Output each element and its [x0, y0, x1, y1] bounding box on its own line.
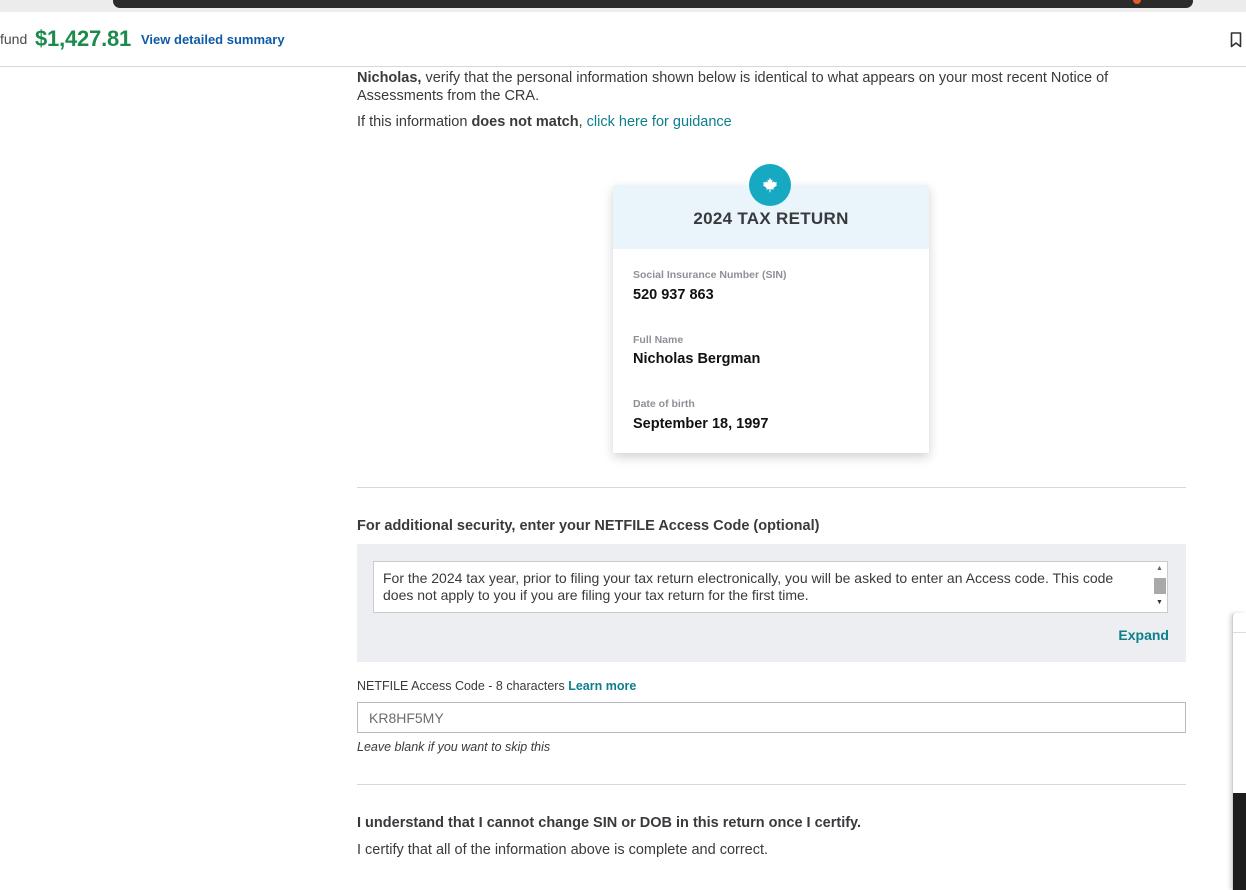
full-name-label: Full Name — [633, 334, 684, 346]
netfile-info-text: For the 2024 tax year, prior to filing y… — [383, 570, 1114, 603]
mismatch-prefix: If this information — [357, 114, 472, 130]
netfile-heading: For additional security, enter your NETF… — [357, 518, 820, 534]
expand-link[interactable]: Expand — [1118, 627, 1169, 643]
card-header: 2024 TAX RETURN — [613, 164, 929, 249]
intro-body: verify that the personal information sho… — [357, 70, 1109, 104]
dob-label: Date of birth — [633, 398, 695, 410]
tax-return-card: 2024 TAX RETURN Social Insurance Number … — [613, 164, 929, 453]
side-widget-header — [1233, 613, 1246, 633]
dob-value: September 18, 1997 — [633, 416, 769, 432]
scroll-down-arrow-icon[interactable]: ▼ — [1156, 599, 1163, 606]
view-summary-link[interactable]: View detailed summary — [141, 32, 285, 47]
section-divider-2 — [357, 784, 1186, 785]
bookmark-icon[interactable] — [1230, 32, 1242, 48]
sin-label: Social Insurance Number (SIN) — [633, 269, 787, 281]
refund-label: fund — [0, 31, 28, 47]
mismatch-bold: does not match — [471, 114, 579, 130]
refund-header: fund $1,427.81 View detailed summary — [0, 12, 1246, 67]
netfile-info-box[interactable]: For the 2024 tax year, prior to filing y… — [373, 561, 1168, 613]
info-scrollbar[interactable]: ▲ ▼ — [1152, 562, 1167, 612]
user-first-name: Nicholas, — [357, 70, 422, 86]
browser-address-bar[interactable] — [113, 0, 1193, 8]
access-code-label-text: NETFILE Access Code - 8 characters — [357, 679, 569, 693]
access-code-hint: Leave blank if you want to skip this — [357, 740, 551, 754]
sin-value: 520 937 863 — [633, 287, 714, 303]
refund-amount: $1,427.81 — [35, 26, 132, 51]
side-widget-footer — [1233, 793, 1246, 890]
access-code-input[interactable] — [357, 702, 1186, 733]
mismatch-text: If this information does not match, clic… — [357, 114, 732, 130]
section-divider — [357, 487, 1186, 488]
scroll-up-arrow-icon[interactable]: ▲ — [1156, 565, 1163, 572]
learn-more-link[interactable]: Learn more — [568, 679, 636, 693]
certify-heading: I understand that I cannot change SIN or… — [357, 815, 862, 831]
intro-text: Nicholas, verify that the personal infor… — [357, 69, 1157, 105]
certify-text: I certify that all of the information ab… — [357, 842, 769, 858]
mismatch-comma: , — [578, 114, 587, 130]
access-code-label: NETFILE Access Code - 8 characters Learn… — [357, 679, 636, 693]
maple-leaf-icon — [749, 164, 791, 206]
guidance-link[interactable]: click here for guidance — [587, 114, 732, 130]
netfile-info-panel: For the 2024 tax year, prior to filing y… — [357, 544, 1186, 662]
full-name-value: Nicholas Bergman — [633, 351, 761, 367]
scroll-thumb[interactable] — [1154, 578, 1166, 594]
side-widget[interactable] — [1232, 613, 1246, 890]
card-title: 2024 TAX RETURN — [693, 209, 849, 228]
browser-top-strip — [0, 0, 1246, 12]
